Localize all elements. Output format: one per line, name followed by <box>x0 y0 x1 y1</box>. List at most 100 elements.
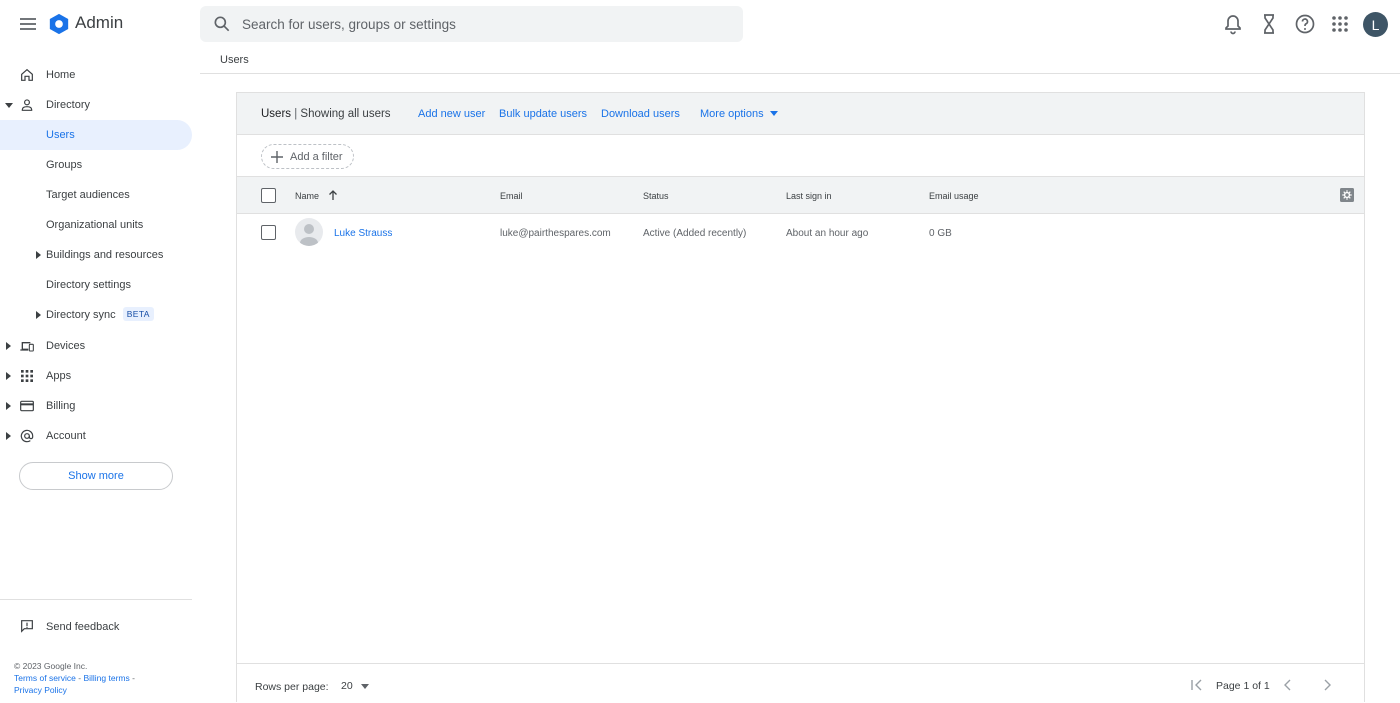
next-page-icon[interactable] <box>1320 678 1334 692</box>
user-email: luke@pairthespares.com <box>500 228 611 239</box>
sidebar-item-label: Users <box>46 129 75 141</box>
sidebar-item-target-audiences[interactable]: Target audiences <box>0 180 192 210</box>
show-more-button[interactable]: Show more <box>19 462 173 490</box>
page-indicator: Page 1 of 1 <box>1216 680 1270 692</box>
more-options-button[interactable]: More options <box>700 108 778 120</box>
send-feedback-label: Send feedback <box>46 621 120 633</box>
caret-right-icon[interactable] <box>6 432 12 440</box>
dropdown-caret-icon <box>769 111 778 116</box>
rows-per-page-select[interactable]: 20 <box>341 680 369 692</box>
filter-row: Add a filter <box>237 135 1364 177</box>
download-users-button[interactable]: Download users <box>601 108 680 120</box>
sidebar-item-label: Account <box>46 430 86 442</box>
column-header-status[interactable]: Status <box>643 191 669 201</box>
user-last-sign-in: About an hour ago <box>786 228 869 239</box>
breadcrumb: Users <box>220 54 249 66</box>
sidebar-item-label: Billing <box>46 400 76 412</box>
sidebar-item-buildings-and-resources[interactable]: Buildings and resources <box>0 240 192 270</box>
search-icon[interactable] <box>212 14 232 34</box>
user-name-link[interactable]: Luke Strauss <box>334 228 392 239</box>
sidebar-item-label: Home <box>46 69 76 81</box>
sidebar-item-label: Groups <box>46 159 83 171</box>
account-avatar[interactable]: L <box>1363 12 1388 37</box>
row-checkbox[interactable] <box>261 225 276 240</box>
app-name: Admin <box>75 13 124 32</box>
sidebar-item-users[interactable]: Users <box>0 120 192 150</box>
sidebar-item-account[interactable]: Account <box>0 421 192 451</box>
sidebar-item-label: Directory sync <box>46 309 116 321</box>
default-avatar-icon <box>300 224 318 246</box>
billing-terms-link[interactable]: Billing terms <box>83 673 129 683</box>
caret-right-icon[interactable] <box>6 372 12 380</box>
column-header-last-sign-in[interactable]: Last sign in <box>786 191 832 201</box>
help-icon[interactable] <box>1293 12 1317 36</box>
sidebar: Home Directory Users Groups Target audie… <box>0 60 192 702</box>
user-avatar <box>295 218 323 246</box>
sidebar-item-home[interactable]: Home <box>0 60 192 90</box>
hourglass-tasks-icon[interactable] <box>1257 12 1281 36</box>
sidebar-item-billing[interactable]: Billing <box>0 391 192 421</box>
caret-right-icon[interactable] <box>36 311 41 319</box>
sidebar-item-label-wrap: Directory sync BETA <box>46 307 154 322</box>
user-status: Active (Added recently) <box>643 228 747 239</box>
sidebar-item-label: Organizational units <box>46 219 144 231</box>
sidebar-item-groups[interactable]: Groups <box>0 150 192 180</box>
terms-of-service-link[interactable]: Terms of service <box>14 673 76 683</box>
sidebar-divider <box>0 599 192 600</box>
apps-grid-icon <box>21 370 33 382</box>
card-title-separator: | <box>291 108 301 120</box>
card-header: Users | Showing all users Add new user B… <box>237 93 1364 135</box>
add-filter-button[interactable]: Add a filter <box>261 144 354 169</box>
caret-right-icon[interactable] <box>36 251 41 259</box>
sidebar-item-label: Apps <box>46 370 72 382</box>
footer-separator: - <box>129 673 135 683</box>
bulk-update-users-button[interactable]: Bulk update users <box>499 108 587 120</box>
sidebar-item-label: Target audiences <box>46 189 130 201</box>
top-bar: Admin L <box>0 0 1400 48</box>
sidebar-item-label: Directory settings <box>46 279 131 291</box>
caret-down-icon[interactable] <box>5 103 13 109</box>
send-feedback-button[interactable]: Send feedback <box>0 613 192 639</box>
admin-logo[interactable]: Admin <box>48 13 123 35</box>
caret-right-icon[interactable] <box>6 402 12 410</box>
sidebar-item-directory-sync[interactable]: Directory sync BETA <box>0 300 192 330</box>
rows-per-page-value: 20 <box>341 680 353 692</box>
sidebar-footer: © 2023 Google Inc. Terms of service - Bi… <box>14 660 189 696</box>
feedback-icon <box>21 620 33 633</box>
previous-page-icon[interactable] <box>1281 678 1295 692</box>
rows-per-page-label: Rows per page: <box>255 681 329 693</box>
apps-grid-icon[interactable] <box>1328 12 1352 36</box>
caret-right-icon[interactable] <box>6 342 12 350</box>
card-title-main: Users <box>261 108 292 120</box>
sidebar-item-directory[interactable]: Directory <box>0 90 192 120</box>
sort-ascending-icon[interactable] <box>328 189 338 201</box>
home-icon <box>21 68 33 81</box>
add-filter-label: Add a filter <box>290 150 343 163</box>
notifications-bell-icon[interactable] <box>1221 12 1245 36</box>
dropdown-caret-icon <box>360 683 369 689</box>
admin-hexagon-icon <box>49 13 69 35</box>
column-header-email-usage[interactable]: Email usage <box>929 191 979 201</box>
sidebar-item-label: Directory <box>46 99 91 111</box>
plus-icon <box>271 150 283 163</box>
add-new-user-button[interactable]: Add new user <box>418 108 485 120</box>
privacy-policy-link[interactable]: Privacy Policy <box>14 685 67 695</box>
column-settings-icon[interactable] <box>1340 188 1354 202</box>
column-header-email[interactable]: Email <box>500 191 523 201</box>
menu-icon[interactable] <box>16 12 40 36</box>
sidebar-item-organizational-units[interactable]: Organizational units <box>0 210 192 240</box>
sidebar-item-label: Buildings and resources <box>46 249 164 261</box>
users-card: Users | Showing all users Add new user B… <box>236 92 1365 703</box>
sidebar-item-directory-settings[interactable]: Directory settings <box>0 270 192 300</box>
card-title-subtitle: Showing all users <box>300 108 391 120</box>
first-page-icon[interactable] <box>1190 678 1204 692</box>
search-box[interactable] <box>200 6 743 42</box>
sidebar-item-apps[interactable]: Apps <box>0 361 192 391</box>
table-row[interactable]: Luke Strauss luke@pairthespares.com Acti… <box>237 214 1364 251</box>
column-header-name[interactable]: Name <box>295 191 319 201</box>
card-title: Users | Showing all users <box>261 108 391 120</box>
user-email-usage: 0 GB <box>929 228 952 239</box>
sidebar-item-devices[interactable]: Devices <box>0 331 192 361</box>
select-all-checkbox[interactable] <box>261 188 276 203</box>
search-input[interactable] <box>242 16 722 32</box>
